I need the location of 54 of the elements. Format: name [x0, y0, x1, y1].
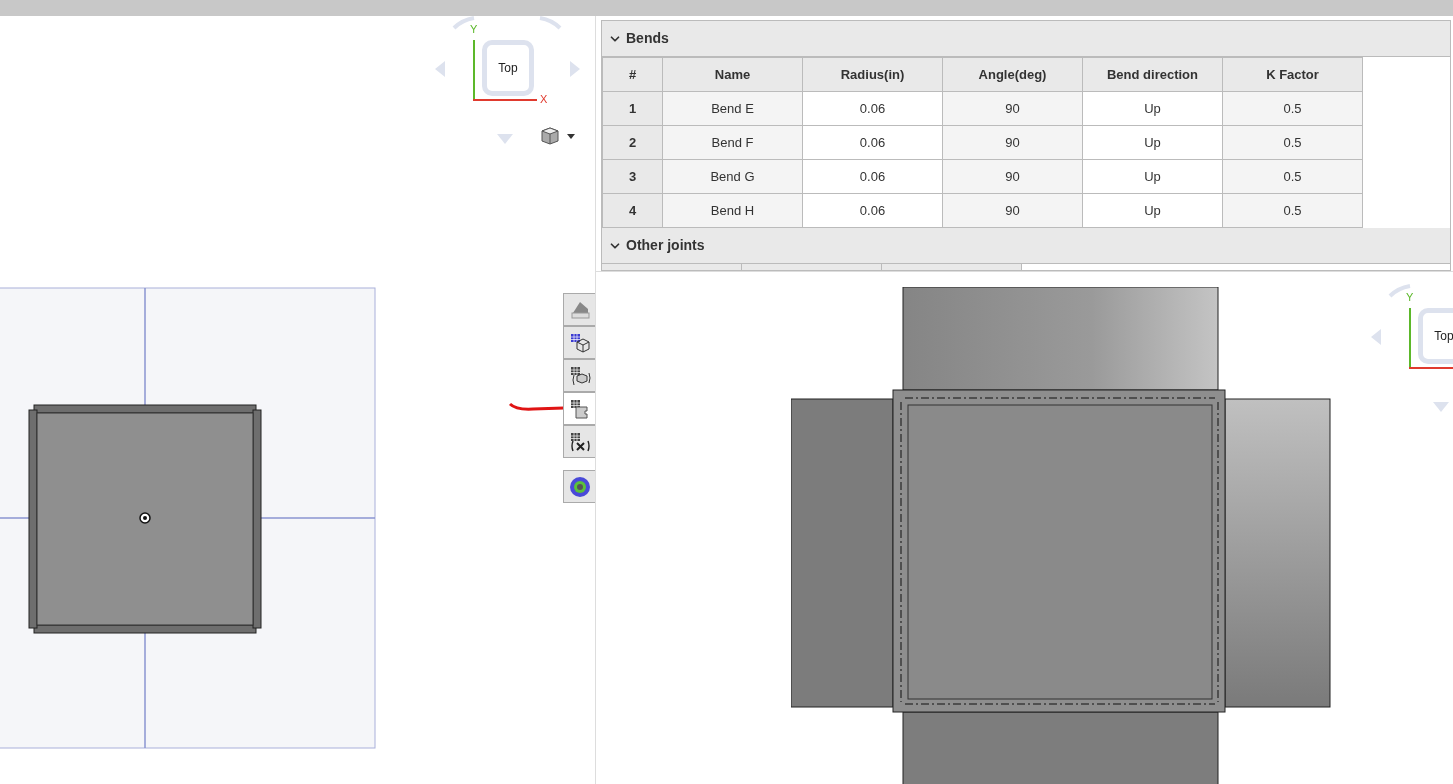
column-header: Bend direction [1082, 57, 1223, 92]
color-ring-icon [567, 474, 592, 499]
view-cube-face[interactable]: Top [482, 40, 534, 96]
table-cube-icon [568, 331, 591, 354]
y-axis-line [1409, 308, 1411, 369]
table-cell: Bend F [662, 125, 803, 160]
table-cell: 0.06 [802, 91, 943, 126]
table-cell: Bend G [662, 159, 803, 194]
toolbar-button[interactable] [563, 425, 595, 458]
table-cell: 0.5 [1222, 91, 1363, 126]
table-cell: 0.5 [1222, 193, 1363, 228]
table-cell: Up [1082, 159, 1223, 194]
table-cell: Up [1082, 91, 1223, 126]
row-number: 4 [602, 193, 663, 228]
column-header: # [602, 57, 663, 92]
y-axis-label: Y [470, 24, 478, 35]
y-axis-line [473, 40, 475, 101]
annotation-stroke [508, 402, 566, 414]
table-cell: 0.06 [802, 193, 943, 228]
row-number: 2 [602, 125, 663, 160]
toolbar-button[interactable] [563, 470, 595, 503]
table-cell: 90 [942, 91, 1083, 126]
table-cell: 0.5 [1222, 159, 1363, 194]
table-cell: Up [1082, 193, 1223, 228]
x-axis-label: X [540, 94, 548, 105]
toolbar-button[interactable] [563, 359, 595, 392]
view-mode-cube-icon[interactable] [540, 126, 560, 146]
toolbar-button[interactable] [563, 326, 595, 359]
column-header: Name [662, 57, 803, 92]
table-cell: Bend H [662, 193, 803, 228]
table-cell: 90 [942, 125, 1083, 160]
view-cube-face[interactable]: Top [1418, 308, 1453, 364]
table-cube-icon [568, 364, 591, 387]
table-cell: 90 [942, 193, 1083, 228]
column-header: K Factor [1222, 57, 1363, 92]
table-cell: 0.5 [1222, 125, 1363, 160]
y-axis-label: Y [1406, 292, 1414, 303]
flat-pattern-table-icon [568, 397, 591, 420]
section-header[interactable]: Bends [602, 21, 1450, 57]
row-number: 3 [602, 159, 663, 194]
caret-icon[interactable] [567, 134, 575, 139]
toolbar-button[interactable] [563, 392, 595, 425]
table-cell: Bend E [662, 91, 803, 126]
section-header[interactable]: Other joints [602, 228, 1450, 264]
column-header: Angle(deg) [942, 57, 1083, 92]
x-axis-line [473, 99, 537, 101]
table-cell: 90 [942, 159, 1083, 194]
table-function-icon [568, 430, 591, 453]
table-cell: 0.06 [802, 125, 943, 160]
table-cell: 0.06 [802, 159, 943, 194]
table-cell: Up [1082, 125, 1223, 160]
column-header: Radius(in) [802, 57, 943, 92]
row-number: 1 [602, 91, 663, 126]
origin-point-icon [139, 512, 151, 524]
